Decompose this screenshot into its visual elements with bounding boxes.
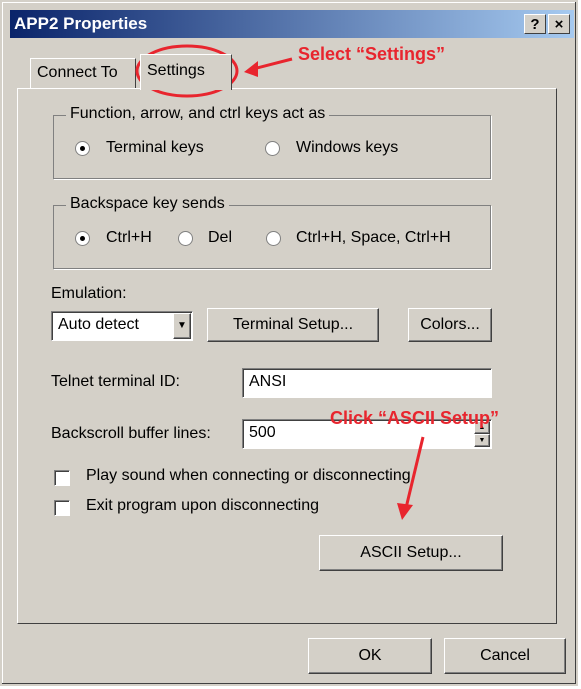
settings-arrow-head xyxy=(244,61,258,77)
ascii-arrow-line xyxy=(404,436,425,509)
annotation-overlay xyxy=(135,44,425,520)
settings-arrow-line xyxy=(252,57,293,71)
ascii-arrow-head xyxy=(397,503,413,520)
tab-settings[interactable]: Settings xyxy=(140,54,232,90)
